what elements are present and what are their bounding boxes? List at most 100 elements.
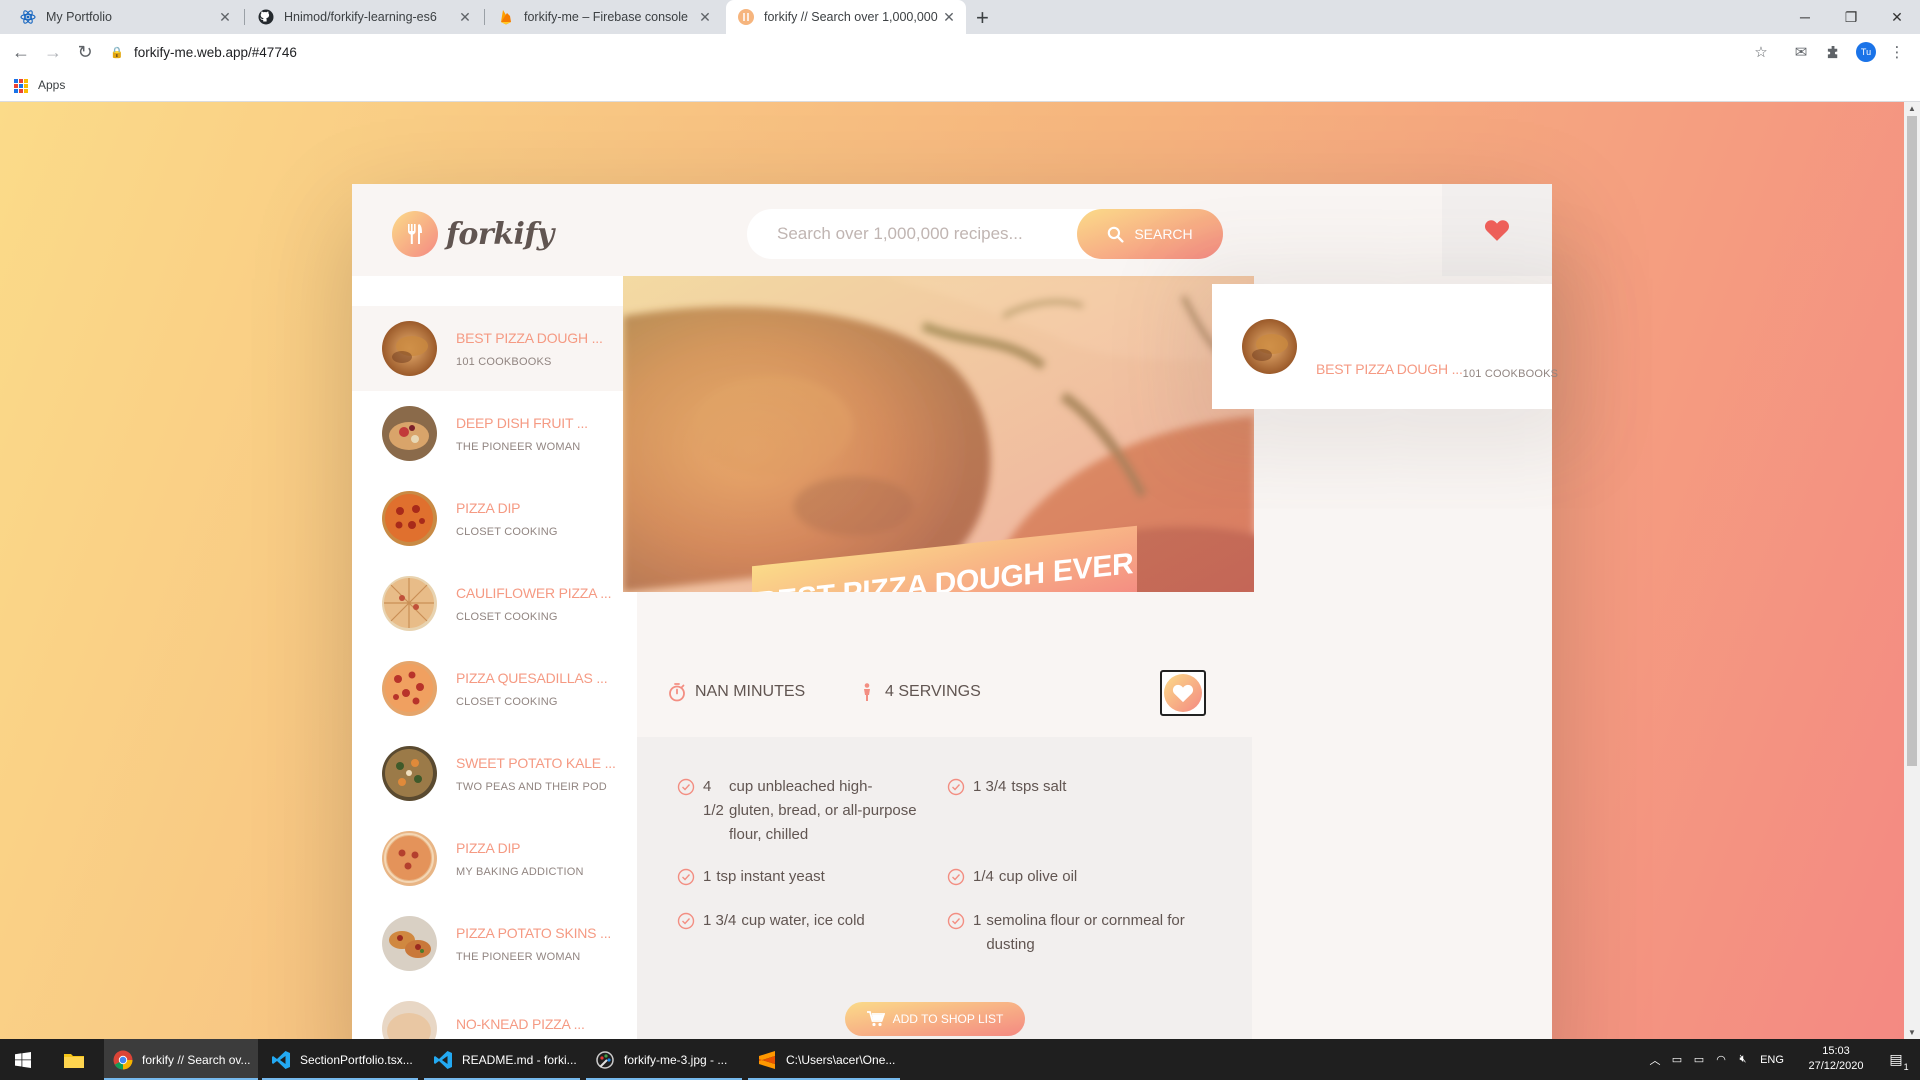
ingredient-item: 1 semolina flour or cornmeal for dusting <box>947 909 1207 957</box>
result-item[interactable]: PIZZA DIP MY BAKING ADDICTION <box>352 816 637 901</box>
file-explorer-taskbar-button[interactable] <box>50 1039 98 1080</box>
recipe-thumbnail <box>1242 319 1297 374</box>
recipe-thumbnail <box>382 661 437 716</box>
back-arrow-icon[interactable]: ← <box>11 42 31 62</box>
windows-logo-icon <box>15 1051 31 1068</box>
result-item[interactable]: DEEP DISH FRUIT ... THE PIONEER WOMAN <box>352 391 637 476</box>
wifi-icon[interactable]: ◠ <box>1710 1053 1732 1066</box>
result-publisher: CLOSET COOKING <box>456 610 558 623</box>
close-icon[interactable]: ✕ <box>216 9 234 26</box>
scrollbar-thumb[interactable] <box>1907 116 1917 766</box>
magnifier-icon <box>1108 226 1124 243</box>
taskbar-item[interactable]: forkify // Search ov... <box>104 1039 258 1080</box>
page-scrollbar[interactable]: ▲ ▼ <box>1904 102 1920 1039</box>
reload-icon[interactable]: ↻ <box>75 42 95 62</box>
ingredient-description: tsp instant yeast <box>716 868 825 885</box>
taskbar-item[interactable]: README.md - forki... <box>424 1039 580 1080</box>
ingredient-description: cup unbleached high-gluten, bread, or al… <box>729 778 917 843</box>
system-tray: ︿ ▭ ▭ ◠ 🔇︎ ENG <box>1644 1039 1790 1080</box>
result-item[interactable]: PIZZA POTATO SKINS ... THE PIONEER WOMAN <box>352 901 637 986</box>
forward-arrow-icon[interactable]: → <box>43 42 63 62</box>
restore-button[interactable]: ❐ <box>1828 0 1874 34</box>
input-language[interactable]: ENG <box>1754 1054 1790 1066</box>
likes-menu-button[interactable] <box>1442 184 1552 276</box>
liked-recipe-name: BEST PIZZA DOUGH ... <box>1316 360 1463 377</box>
taskbar-clock[interactable]: 15:03 27/12/2020 <box>1808 1044 1864 1074</box>
taskbar-item-label: forkify // Search ov... <box>142 1052 251 1067</box>
address-bar[interactable]: 🔒 forkify-me.web.app/#47746 <box>110 37 1778 67</box>
result-name: DEEP DISH FRUIT ... <box>456 414 588 431</box>
volume-muted-icon[interactable]: 🔇︎ <box>1732 1053 1754 1066</box>
ingredient-quantity: 4 1/2 <box>703 778 724 819</box>
result-item[interactable]: PIZZA QUESADILLAS ... CLOSET COOKING <box>352 646 637 731</box>
taskbar-item[interactable]: forkify-me-3.jpg - ... <box>586 1039 742 1080</box>
recipe-thumbnail <box>382 576 437 631</box>
star-icon[interactable]: ☆ <box>1752 43 1770 61</box>
result-name: PIZZA POTATO SKINS ... <box>456 924 612 941</box>
search-results-list: BEST PIZZA DOUGH ... 101 COOKBOOKS DEEP D… <box>352 276 637 1039</box>
new-tab-button[interactable]: + <box>976 5 989 31</box>
ingredient-item: 1 3/4 tsps salt <box>947 775 1207 799</box>
taskbar-item[interactable]: C:\Users\acer\One... <box>748 1039 900 1080</box>
browser-toolbar: ← → ↻ 🔒 forkify-me.web.app/#47746 ☆ ✉ Tu… <box>0 34 1920 70</box>
search-input[interactable] <box>777 209 1077 259</box>
close-icon[interactable]: ✕ <box>940 9 958 26</box>
battery-icon[interactable]: ▭ <box>1688 1053 1710 1066</box>
apps-icon[interactable] <box>14 79 28 93</box>
check-circle-icon <box>677 865 695 889</box>
result-name: PIZZA DIP <box>456 499 521 516</box>
recipe-ingredients: 4 1/2 cup unbleached high-gluten, bread,… <box>637 737 1252 1039</box>
tab-github[interactable]: Hnimod/forkify-learning-es6 ✕ <box>246 0 482 34</box>
result-item[interactable]: SWEET POTATO KALE ... TWO PEAS AND THEIR … <box>352 731 637 816</box>
result-publisher: 101 COOKBOOKS <box>456 355 552 368</box>
mail-icon[interactable]: ✉ <box>1792 43 1810 61</box>
meet-now-icon[interactable]: ▭ <box>1666 1053 1688 1066</box>
close-window-button[interactable]: ✕ <box>1874 0 1920 34</box>
fork-knife-icon <box>392 211 438 257</box>
result-publisher: CLOSET COOKING <box>456 525 558 538</box>
paint-icon <box>594 1049 616 1071</box>
show-hidden-icons-icon[interactable]: ︿ <box>1644 1052 1666 1068</box>
minimize-button[interactable]: ─ <box>1782 0 1828 34</box>
bookmark-recipe-button[interactable] <box>1160 670 1206 716</box>
check-circle-icon <box>677 909 695 933</box>
result-item[interactable]: PIZZA DIP CLOSET COOKING <box>352 476 637 561</box>
extensions-icon[interactable] <box>1824 43 1842 61</box>
profile-avatar[interactable]: Tu <box>1856 42 1876 62</box>
search-button[interactable]: Search <box>1077 209 1223 259</box>
windows-start-button[interactable] <box>0 1039 46 1080</box>
app-header: forkify Search <box>352 184 1552 276</box>
shopping-cart-icon <box>866 1011 885 1027</box>
tab-my-portfolio[interactable]: My Portfolio ✕ <box>8 0 242 34</box>
page-viewport: forkify Search BEST PIZZA DOUGH ... 101 C… <box>0 102 1904 1039</box>
recipe-thumbnail <box>382 406 437 461</box>
menu-kebab-icon[interactable]: ⋮ <box>1888 43 1906 61</box>
result-item[interactable]: BEST PIZZA DOUGH ... 101 COOKBOOKS <box>352 306 637 391</box>
result-name: BEST PIZZA DOUGH ... <box>456 329 603 346</box>
notification-center-button[interactable]: ▤ 1 <box>1876 1039 1916 1080</box>
recipe-details: NAN MINUTES 4 SERVINGS <box>637 592 1252 737</box>
tab-forkify[interactable]: forkify // Search over 1,000,000 r ✕ <box>726 0 966 34</box>
recipe-thumbnail <box>382 1001 437 1039</box>
result-item[interactable]: CAULIFLOWER PIZZA ... CLOSET COOKING <box>352 561 637 646</box>
clock-date: 27/12/2020 <box>1808 1060 1864 1072</box>
tab-title: My Portfolio <box>46 10 112 24</box>
recipe-servings-text: 4 SERVINGS <box>885 683 981 700</box>
recipe-thumbnail <box>382 491 437 546</box>
forkify-logo[interactable]: forkify <box>392 211 554 257</box>
close-icon[interactable]: ✕ <box>456 9 474 26</box>
scroll-down-arrow-icon[interactable]: ▼ <box>1908 1028 1916 1037</box>
add-to-shop-list-button[interactable]: ADD TO SHOP LIST <box>845 1002 1025 1036</box>
scroll-up-arrow-icon[interactable]: ▲ <box>1908 104 1916 113</box>
apps-bookmark[interactable]: Apps <box>38 78 65 92</box>
notification-count: 1 <box>1903 1062 1909 1072</box>
result-item[interactable]: NO-KNEAD PIZZA ... <box>352 986 637 1039</box>
check-circle-icon <box>947 909 965 933</box>
tab-firebase[interactable]: forkify-me – Firebase console ✕ <box>486 0 722 34</box>
check-circle-icon <box>677 775 695 799</box>
ingredient-quantity: 1 <box>973 912 982 929</box>
search-button-label: Search <box>1134 226 1193 242</box>
recipe-view: BEST PIZZA DOUGH EVER NAN MINUTES 4 SERV… <box>623 276 1254 1039</box>
taskbar-item[interactable]: SectionPortfolio.tsx... <box>262 1039 418 1080</box>
close-icon[interactable]: ✕ <box>696 9 714 26</box>
